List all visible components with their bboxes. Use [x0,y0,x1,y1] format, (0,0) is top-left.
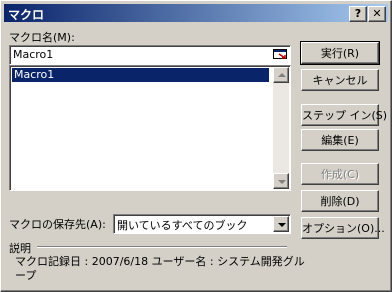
options-button[interactable]: オプション(O)... [301,217,385,239]
macro-name-value: Macro1 [13,48,54,61]
delete-button[interactable]: 削除(D) [301,190,379,212]
list-scrollbar[interactable] [273,67,289,189]
scroll-up-button[interactable] [273,67,289,83]
macro-name-input[interactable]: Macro1 [9,45,291,65]
description-divider [37,246,287,248]
title-bar[interactable]: マクロ ? ✕ [4,4,388,22]
help-button[interactable]: ? [349,6,367,22]
edit-button[interactable]: 編集(E) [301,129,379,151]
arrow-up-icon [278,73,286,77]
store-in-dropdown[interactable]: 開いているすべてのブック [113,214,291,234]
close-button[interactable]: ✕ [368,6,386,22]
run-button[interactable]: 実行(R) [300,41,380,65]
macro-list[interactable]: Macro1 [9,65,291,191]
create-button[interactable]: 作成(C) [301,163,379,185]
cancel-button[interactable]: キャンセル [301,69,379,91]
macro-dialog: マクロ ? ✕ マクロ名(M): Macro1 Macro1 実行(R) キャン… [0,0,392,292]
scroll-down-button[interactable] [273,173,289,189]
macro-name-label: マクロ名(M): [9,31,75,44]
window-title: マクロ [8,8,45,22]
step-into-button[interactable]: ステップ イン(S) [301,104,387,126]
chevron-down-icon [278,223,286,227]
store-in-label: マクロの保存先(A): [9,218,106,231]
list-item[interactable]: Macro1 [12,68,269,82]
description-label: 説明 [9,242,31,255]
select-range-icon[interactable] [273,49,287,59]
dropdown-button[interactable] [273,216,289,232]
description-text: マクロ記録日 : 2007/6/18 ユーザー名 : システム開発グループ [15,255,305,282]
arrow-down-icon [278,180,286,184]
store-in-value: 開いているすべてのブック [117,219,248,232]
